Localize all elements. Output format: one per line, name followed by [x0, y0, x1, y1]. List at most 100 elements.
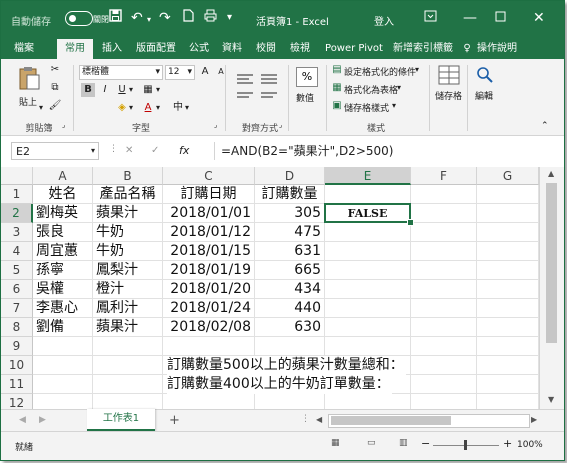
row-header-10[interactable]: 10: [1, 356, 33, 375]
cell-d6[interactable]: 434: [255, 280, 325, 299]
cell-c5[interactable]: 2018/01/19: [163, 261, 255, 280]
font-color-button[interactable]: A: [141, 101, 155, 115]
tab-power-pivot[interactable]: Power Pivot: [321, 39, 387, 59]
sheet-tab-1[interactable]: 工作表1: [87, 409, 155, 431]
cell-e7[interactable]: [325, 299, 411, 318]
insert-function-icon[interactable]: fx: [179, 144, 189, 157]
cell-f10[interactable]: [411, 356, 477, 375]
cell-c1[interactable]: 訂購日期: [163, 185, 255, 204]
fill-color-icon[interactable]: ◈: [115, 101, 129, 115]
cell-g6[interactable]: [477, 280, 539, 299]
cell-b5[interactable]: 鳳梨汁: [93, 261, 163, 280]
undo-dropdown-icon[interactable]: ▾: [147, 11, 151, 29]
enter-icon[interactable]: ✓: [151, 145, 159, 156]
underline-button[interactable]: U: [115, 83, 129, 97]
cell-f11[interactable]: [411, 375, 477, 394]
cell-a7[interactable]: 李惠心: [33, 299, 93, 318]
tab-custom[interactable]: 新增索引標籤: [391, 39, 455, 59]
cell-styles-dropdown-icon[interactable]: ▾: [392, 101, 396, 110]
cell-c2[interactable]: 2018/01/01: [163, 204, 255, 223]
cell-b11[interactable]: [93, 375, 163, 394]
cell-d3[interactable]: 475: [255, 223, 325, 242]
row-header-8[interactable]: 8: [1, 318, 33, 337]
cell-g5[interactable]: [477, 261, 539, 280]
document-icon[interactable]: [183, 9, 194, 27]
conditional-format-button[interactable]: 設定格式化的條件: [344, 65, 416, 78]
cell-c9[interactable]: [163, 337, 255, 356]
cell-g4[interactable]: [477, 242, 539, 261]
hscroll-left-icon[interactable]: ◀: [316, 415, 322, 424]
cell-a8[interactable]: 劉備: [33, 318, 93, 337]
tab-view[interactable]: 檢視: [285, 39, 315, 59]
cell-a3[interactable]: 張良: [33, 223, 93, 242]
add-sheet-icon[interactable]: +: [169, 413, 180, 428]
zoom-in-button[interactable]: +: [503, 437, 512, 450]
tab-review[interactable]: 校閱: [251, 39, 281, 59]
column-header-e[interactable]: E: [325, 167, 411, 185]
cell-e1[interactable]: [325, 185, 411, 204]
tab-data[interactable]: 資料: [217, 39, 247, 59]
zoom-slider-thumb[interactable]: [464, 440, 467, 450]
cell-d8[interactable]: 630: [255, 318, 325, 337]
cell-a5[interactable]: 孫寧: [33, 261, 93, 280]
cell-d9[interactable]: [255, 337, 325, 356]
hscroll-right-icon[interactable]: ▶: [531, 415, 537, 424]
cell-styles-button[interactable]: 儲存格樣式: [344, 101, 389, 114]
cell-d1[interactable]: 訂購數量: [255, 185, 325, 204]
cell-a10[interactable]: [33, 356, 93, 375]
close-icon[interactable]: ✕: [533, 9, 545, 27]
cell-f8[interactable]: [411, 318, 477, 337]
cell-c7[interactable]: 2018/01/24: [163, 299, 255, 318]
row-header-7[interactable]: 7: [1, 299, 33, 318]
cell-f9[interactable]: [411, 337, 477, 356]
phonetic-button[interactable]: 中: [171, 101, 185, 115]
cell-f4[interactable]: [411, 242, 477, 261]
print-icon[interactable]: [204, 9, 217, 27]
cell-b2[interactable]: 蘋果汁: [93, 204, 163, 223]
cell-b7[interactable]: 鳳利汁: [93, 299, 163, 318]
cell-b10[interactable]: [93, 356, 163, 375]
alignment-dialog-launcher-icon[interactable]: ⌟: [279, 121, 282, 129]
column-header-a[interactable]: A: [33, 167, 93, 185]
column-header-b[interactable]: B: [93, 167, 163, 185]
row-header-2[interactable]: 2: [1, 204, 33, 223]
cell-a9[interactable]: [33, 337, 93, 356]
underline-dropdown-icon[interactable]: ▾: [129, 85, 133, 94]
cut-icon[interactable]: ✂: [48, 63, 62, 77]
cell-g2[interactable]: [477, 204, 539, 223]
cell-a6[interactable]: 吳權: [33, 280, 93, 299]
cell-a1[interactable]: 姓名: [33, 185, 93, 204]
phonetic-dropdown-icon[interactable]: ▾: [185, 103, 189, 112]
page-break-view-icon[interactable]: ▥: [399, 438, 408, 448]
cell-g9[interactable]: [477, 337, 539, 356]
cell-c6[interactable]: 2018/01/20: [163, 280, 255, 299]
tab-home[interactable]: 常用: [57, 39, 93, 59]
cell-a4[interactable]: 周宜蕙: [33, 242, 93, 261]
vscroll-up-icon[interactable]: ▲: [548, 169, 554, 178]
cell-e6[interactable]: [325, 280, 411, 299]
font-name-select[interactable]: 標楷體 ▾: [79, 65, 163, 80]
tab-splitter-icon[interactable]: ⋮: [301, 414, 310, 424]
name-box[interactable]: E2: [11, 142, 99, 160]
format-as-table-button[interactable]: 格式化為表格: [344, 83, 398, 96]
cell-g3[interactable]: [477, 223, 539, 242]
cell-a2[interactable]: 劉梅英: [33, 204, 93, 223]
tab-insert[interactable]: 插入: [97, 39, 127, 59]
format-painter-icon[interactable]: 🖌: [48, 99, 62, 113]
vscroll-thumb[interactable]: [546, 183, 557, 343]
horizontal-scrollbar[interactable]: [328, 414, 530, 428]
borders-icon[interactable]: ▦: [141, 83, 155, 97]
font-color-dropdown-icon[interactable]: ▾: [156, 103, 160, 112]
minimize-icon[interactable]: —: [463, 9, 477, 27]
cell-c8[interactable]: 2018/02/08: [163, 318, 255, 337]
tell-me-search[interactable]: 操作說明: [475, 39, 519, 59]
row-header-9[interactable]: 9: [1, 337, 33, 356]
cell-b9[interactable]: [93, 337, 163, 356]
row-header-5[interactable]: 5: [1, 261, 33, 280]
column-header-c[interactable]: C: [163, 167, 255, 185]
cell-e4[interactable]: [325, 242, 411, 261]
cell-b3[interactable]: 牛奶: [93, 223, 163, 242]
prev-sheet-icon[interactable]: ◀: [19, 415, 26, 425]
qat-dropdown-icon[interactable]: ▾: [227, 9, 232, 27]
bold-button[interactable]: B: [81, 83, 95, 97]
